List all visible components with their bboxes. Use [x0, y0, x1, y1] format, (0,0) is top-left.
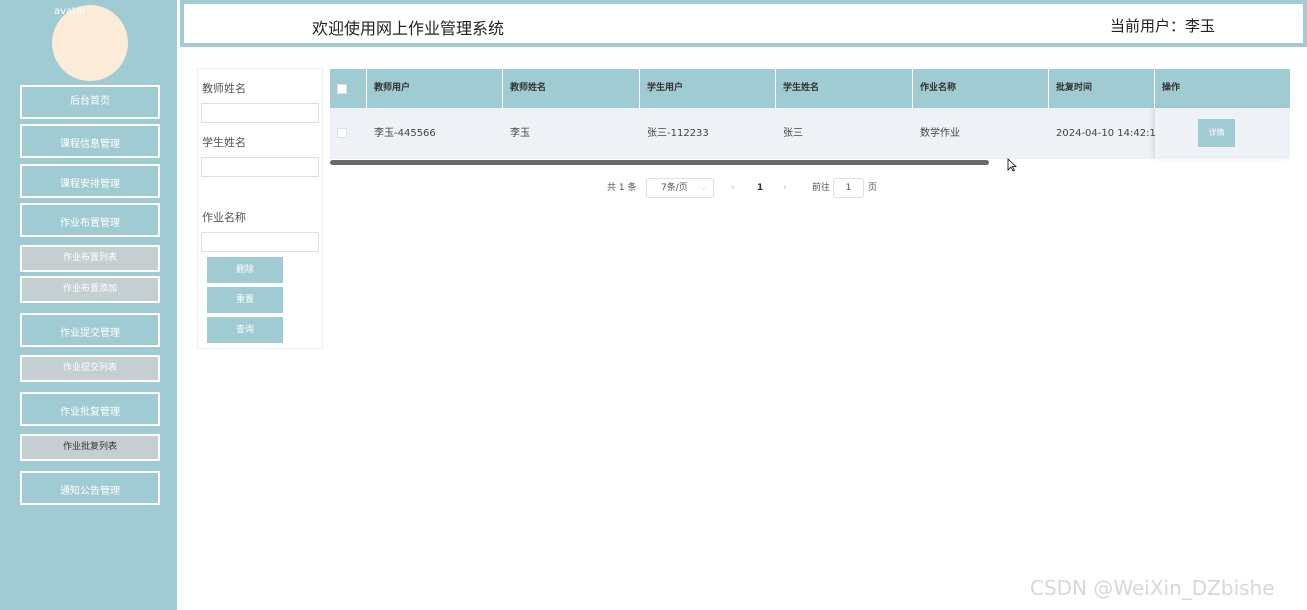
search-panel: 教师姓名 学生姓名 作业名称 删除 重置 查询 [197, 68, 323, 349]
sidebar-item-notice[interactable]: 通知公告管理 [20, 471, 160, 505]
col-teacher-user[interactable]: 教师用户 [367, 69, 503, 108]
sidebar-item-course-schedule[interactable]: 课程安排管理 [20, 164, 160, 198]
table-header: 教师用户 教师姓名 学生用户 学生姓名 作业名称 批复时间 操作 [330, 69, 1290, 108]
watermark: CSDN @WeiXin_DZbishe [1030, 576, 1275, 600]
goto-label: 前往 [812, 183, 831, 193]
delete-button[interactable]: 删除 [207, 257, 283, 283]
page-unit-label: 页 [868, 183, 878, 193]
col-reply-time[interactable]: 批复时间 [1049, 69, 1155, 108]
col-action: 操作 [1162, 83, 1181, 93]
sidebar-item-homework-reply-list[interactable]: 作业批复列表 [20, 434, 160, 461]
sidebar: avatar 后台首页 课程信息管理 课程安排管理 作业布置管理 作业布置列表 … [0, 0, 177, 610]
homework-name-label: 作业名称 [202, 211, 246, 224]
col-teacher-name[interactable]: 教师姓名 [503, 69, 640, 108]
cell-homework-name: 数学作业 [920, 128, 960, 139]
detail-button[interactable]: 详情 [1198, 119, 1235, 147]
teacher-name-label: 教师姓名 [202, 82, 246, 95]
header-bar: 欢迎使用网上作业管理系统 当前用户：李玉 [180, 0, 1307, 47]
table-horizontal-scrollbar[interactable] [330, 160, 989, 165]
sidebar-item-homework-assign-list[interactable]: 作业布置列表 [20, 245, 160, 272]
teacher-name-input[interactable] [201, 103, 319, 123]
cell-reply-time: 2024-04-10 14:42:1 [1056, 128, 1155, 139]
sidebar-item-homework-assign[interactable]: 作业布置管理 [20, 203, 160, 237]
current-page[interactable]: 1 [757, 178, 763, 198]
cell-student-name: 张三 [783, 128, 803, 139]
cell-action: 详情 [1155, 108, 1290, 159]
data-table: 教师用户 教师姓名 学生用户 学生姓名 作业名称 批复时间 操作 李玉-4455… [330, 69, 1290, 159]
col-student-name[interactable]: 学生姓名 [776, 69, 913, 108]
query-button[interactable]: 查询 [207, 317, 283, 343]
cell-teacher-name: 李玉 [510, 128, 530, 139]
next-page-icon[interactable]: › [783, 178, 787, 198]
select-all-cell [330, 69, 367, 108]
page-size-value: 7条/页 [661, 183, 688, 193]
mouse-cursor-icon [1007, 158, 1017, 172]
row-select-cell [330, 108, 367, 159]
cell-student-user: 张三-112233 [647, 128, 709, 139]
select-all-checkbox[interactable] [337, 84, 347, 94]
pagination-total: 共 1 条 [607, 183, 637, 193]
table-row: 李玉-445566 李玉 张三-112233 张三 数学作业 2024-04-1… [330, 108, 1290, 159]
row-checkbox[interactable] [337, 128, 347, 138]
chevron-down-icon: ⌵ [700, 183, 707, 192]
student-name-label: 学生姓名 [202, 136, 246, 149]
sidebar-item-home[interactable]: 后台首页 [20, 85, 160, 119]
col-homework-name[interactable]: 作业名称 [913, 69, 1049, 108]
cell-teacher-user: 李玉-445566 [374, 128, 436, 139]
student-name-input[interactable] [201, 157, 319, 177]
page-title: 欢迎使用网上作业管理系统 [312, 19, 505, 38]
prev-page-icon[interactable]: ‹ [731, 178, 735, 198]
sidebar-item-homework-submit[interactable]: 作业提交管理 [20, 313, 160, 347]
sidebar-item-homework-submit-list[interactable]: 作业提交列表 [20, 355, 160, 382]
reset-button[interactable]: 重置 [207, 287, 283, 313]
goto-page-input[interactable]: 1 [833, 178, 864, 198]
avatar-alt-text: avatar [54, 6, 87, 17]
homework-name-input[interactable] [201, 232, 319, 252]
sidebar-item-homework-reply[interactable]: 作业批复管理 [20, 392, 160, 426]
page-size-select[interactable]: 7条/页 ⌵ [646, 178, 714, 198]
col-student-user[interactable]: 学生用户 [640, 69, 776, 108]
sidebar-item-course-info[interactable]: 课程信息管理 [20, 124, 160, 158]
header-inner: 欢迎使用网上作业管理系统 当前用户：李玉 [183, 3, 1304, 44]
sidebar-item-homework-assign-add[interactable]: 作业布置添加 [20, 276, 160, 303]
current-user: 当前用户：李玉 [1109, 17, 1215, 35]
